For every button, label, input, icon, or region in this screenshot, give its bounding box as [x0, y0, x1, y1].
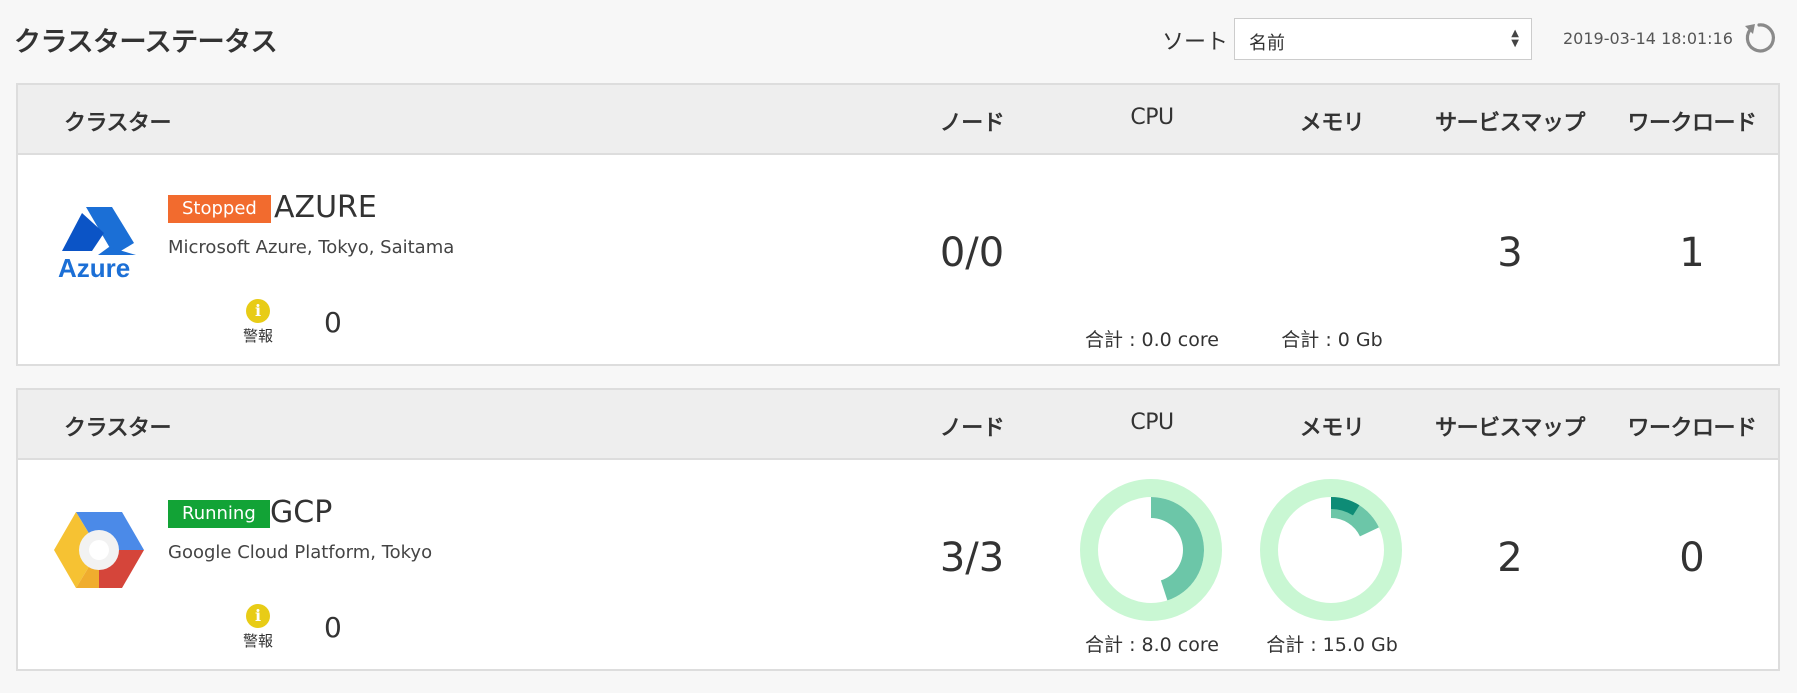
info-icon: i [246, 604, 270, 628]
svg-text:Azure: Azure [58, 253, 130, 283]
cluster-name[interactable]: GCP [270, 495, 332, 530]
status-badge: Running [168, 500, 270, 528]
sort-select[interactable]: 名前 ▲ ▼ [1234, 18, 1532, 60]
timestamp: 2019-03-14 18:01:16 [1563, 29, 1733, 48]
status-badge: Stopped [168, 195, 271, 223]
sort-label: ソート [1162, 30, 1229, 55]
col-header-cpu: CPU [1130, 105, 1174, 130]
col-header-workload: ワークロード [1627, 111, 1757, 136]
select-arrows-icon: ▲ ▼ [1511, 28, 1519, 49]
alert-label: 警報 [242, 327, 273, 345]
col-header-cluster: クラスター [64, 111, 172, 136]
col-header-nodes: ノード [939, 111, 1005, 136]
col-header-cpu: CPU [1130, 410, 1174, 435]
service-map-value[interactable]: 3 [1410, 230, 1610, 276]
refresh-button[interactable] [1741, 20, 1777, 56]
azure-logo: Azure [54, 205, 144, 285]
cluster-card-gcp[interactable]: クラスター ノード CPU メモリ サービスマップ ワークロード Running… [16, 388, 1780, 671]
col-header-memory: メモリ [1299, 111, 1365, 136]
page-title: クラスターステータス [14, 27, 278, 58]
col-header-memory: メモリ [1299, 416, 1365, 441]
memory-total: 合計 : 15.0 Gb [1266, 634, 1398, 656]
workload-value[interactable]: 1 [1592, 230, 1792, 276]
workload-value[interactable]: 0 [1592, 535, 1792, 581]
memory-total: 合計 : 0 Gb [1281, 329, 1383, 351]
cpu-usage-donut [1080, 479, 1222, 621]
sort-select-value: 名前 [1249, 33, 1285, 54]
col-header-nodes: ノード [939, 416, 1005, 441]
gcp-logo [54, 510, 144, 590]
col-header-service-map: サービスマップ [1435, 416, 1585, 441]
col-header-workload: ワークロード [1627, 416, 1757, 441]
service-map-value[interactable]: 2 [1410, 535, 1610, 581]
card-header: クラスター ノード CPU メモリ サービスマップ ワークロード [18, 390, 1778, 460]
alert-count: 0 [324, 306, 342, 339]
nodes-value: 0/0 [939, 230, 1005, 276]
cluster-card-azure[interactable]: クラスター ノード CPU メモリ サービスマップ ワークロード Azure S… [16, 83, 1780, 366]
alert-indicator: i 警報 [240, 604, 276, 651]
alert-indicator: i 警報 [240, 299, 276, 346]
alert-count: 0 [324, 611, 342, 644]
nodes-value: 3/3 [939, 535, 1005, 581]
cpu-total: 合計 : 0.0 core [1085, 329, 1219, 351]
cpu-total: 合計 : 8.0 core [1085, 634, 1219, 656]
col-header-cluster: クラスター [64, 416, 172, 441]
cluster-description: Google Cloud Platform, Tokyo [168, 542, 433, 563]
memory-usage-donut [1260, 479, 1402, 621]
col-header-service-map: サービスマップ [1435, 111, 1585, 136]
card-header: クラスター ノード CPU メモリ サービスマップ ワークロード [18, 85, 1778, 155]
alert-label: 警報 [242, 632, 273, 650]
refresh-icon [1745, 23, 1775, 53]
info-icon: i [246, 299, 270, 323]
cluster-name[interactable]: AZURE [274, 190, 377, 225]
cluster-description: Microsoft Azure, Tokyo, Saitama [168, 237, 455, 258]
